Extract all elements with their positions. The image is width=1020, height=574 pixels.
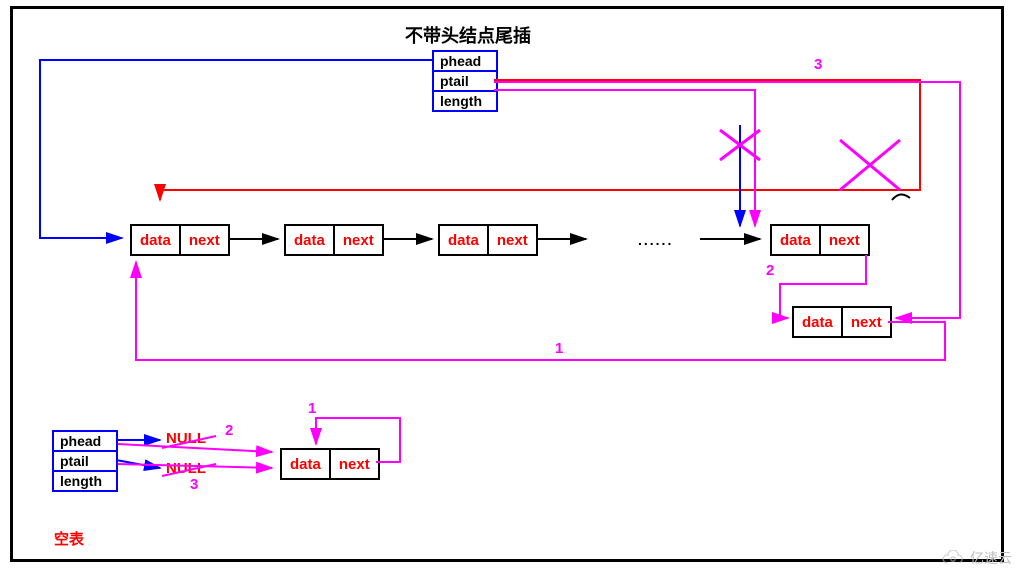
field-ptail: ptail <box>434 72 496 92</box>
field-phead: phead <box>434 52 496 72</box>
node-last: data next <box>770 224 870 256</box>
node-next: next <box>331 450 378 478</box>
cloud-icon <box>940 550 966 566</box>
step-3-label: 3 <box>814 56 822 73</box>
ellipsis: ...... <box>638 232 673 248</box>
field-phead: phead <box>54 432 116 452</box>
null-label-1: NULL <box>166 430 206 447</box>
node-data: data <box>282 450 331 478</box>
field-length: length <box>434 92 496 110</box>
null-label-2: NULL <box>166 460 206 477</box>
node-2: data next <box>284 224 384 256</box>
list-struct-bottom: phead ptail length <box>52 430 118 492</box>
node-next: next <box>843 308 890 336</box>
step-2-label: 2 <box>766 262 774 279</box>
list-struct-top: phead ptail length <box>432 50 498 112</box>
diagram-title: 不带头结点尾插 <box>405 22 531 48</box>
step-1-label: 1 <box>555 340 563 357</box>
field-length: length <box>54 472 116 490</box>
node-data: data <box>132 226 181 254</box>
node-empty-new: data next <box>280 448 380 480</box>
bottom-step-3: 3 <box>190 476 198 493</box>
node-new: data next <box>792 306 892 338</box>
watermark: 亿速云 <box>940 548 1012 568</box>
node-data: data <box>772 226 821 254</box>
bottom-step-2: 2 <box>225 422 233 439</box>
node-1: data next <box>130 224 230 256</box>
diagram-frame <box>10 6 1004 562</box>
node-data: data <box>440 226 489 254</box>
watermark-text: 亿速云 <box>970 548 1012 568</box>
node-next: next <box>181 226 228 254</box>
field-ptail: ptail <box>54 452 116 472</box>
node-next: next <box>821 226 868 254</box>
node-3: data next <box>438 224 538 256</box>
empty-list-label: 空表 <box>54 528 84 549</box>
bottom-step-1: 1 <box>308 400 316 417</box>
node-next: next <box>335 226 382 254</box>
node-data: data <box>794 308 843 336</box>
node-data: data <box>286 226 335 254</box>
node-next: next <box>489 226 536 254</box>
